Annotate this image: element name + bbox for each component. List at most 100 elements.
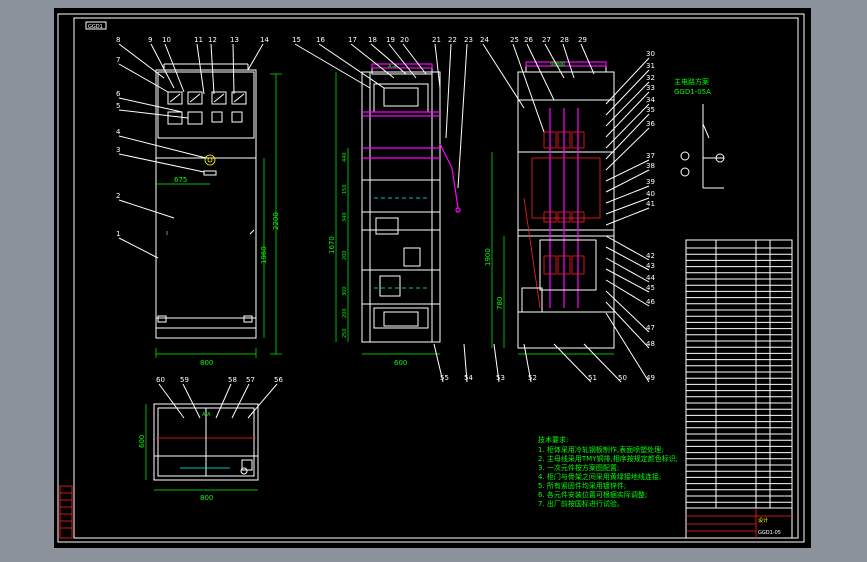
- side-height-dim-2: 150: [342, 184, 348, 194]
- balloon-24: 24: [480, 36, 489, 44]
- side-height-dim-5: 300: [342, 286, 348, 296]
- balloon-34: 34: [646, 96, 655, 104]
- leader-22: [445, 43, 452, 139]
- note-line-3: 3. 一次元件按方案图配置;: [538, 463, 619, 472]
- front-inner-dim: 1960: [260, 246, 268, 264]
- leader-14: [247, 43, 264, 71]
- leader-57: [231, 383, 250, 419]
- table-rows: [686, 247, 792, 503]
- balloon-17: 17: [348, 36, 357, 44]
- balloon-9: 9: [148, 36, 152, 44]
- balloon-57: 57: [246, 376, 255, 384]
- leader-44: [605, 257, 650, 283]
- front-height-dim: 2200: [272, 212, 280, 230]
- balloon-15: 15: [292, 36, 301, 44]
- back-view: 侧面图 1900 780: [484, 61, 615, 355]
- plan-label: A-A: [202, 412, 211, 418]
- leader-29: [580, 43, 595, 75]
- balloon-21: 21: [432, 36, 441, 44]
- balloon-20: 20: [400, 36, 409, 44]
- balloon-2: 2: [116, 192, 120, 200]
- leader-2: [118, 199, 175, 219]
- balloon-37: 37: [646, 152, 655, 160]
- balloon-36: 36: [646, 120, 655, 128]
- balloon-3: 3: [116, 146, 120, 154]
- leader-58: [215, 383, 232, 419]
- balloon-38: 38: [646, 162, 655, 170]
- leader-59: [182, 383, 201, 419]
- leader-7: [118, 63, 169, 93]
- balloon-28: 28: [560, 36, 569, 44]
- side-width-dim: 600: [394, 359, 407, 367]
- balloon-25: 25: [510, 36, 519, 44]
- balloon-7: 7: [116, 56, 120, 64]
- technical-notes: 技术要求: 1. 柜体采用冷轧钢板制作,表面喷塑处理; 2. 主母线采用TMY铜…: [538, 435, 678, 508]
- balloon-58: 58: [228, 376, 237, 384]
- balloon-18: 18: [368, 36, 377, 44]
- leader-33: [605, 91, 650, 138]
- leader-45: [605, 268, 650, 293]
- balloon-33: 33: [646, 84, 655, 92]
- leader-28: [562, 43, 575, 79]
- balloon-39: 39: [646, 178, 655, 186]
- drawing-number: GGD1-05: [758, 530, 781, 536]
- leader-20: [402, 43, 427, 75]
- leader-46: [605, 279, 650, 307]
- front-upper-dim: 675: [174, 176, 187, 184]
- balloon-6: 6: [116, 90, 121, 98]
- note-line-0: 技术要求:: [538, 435, 568, 444]
- leader-35: [605, 113, 650, 160]
- balloon-8: 8: [116, 36, 120, 44]
- balloon-29: 29: [578, 36, 587, 44]
- balloon-19: 19: [386, 36, 395, 44]
- balloon-12: 12: [208, 36, 217, 44]
- balloon-32: 32: [646, 74, 655, 82]
- balloon-5: 5: [116, 102, 120, 110]
- side-height-dim-4: 200: [342, 250, 348, 260]
- leader-12: [210, 43, 215, 95]
- side-height-dim-3: 340: [342, 212, 348, 222]
- balloon-59: 59: [180, 376, 189, 384]
- balloon-49: 49: [646, 374, 655, 382]
- leader-10: [164, 43, 185, 93]
- balloon-11: 11: [194, 36, 203, 44]
- balloon-16: 16: [316, 36, 325, 44]
- balloon-30: 30: [646, 50, 655, 58]
- side-height-dim-7: 250: [342, 328, 348, 338]
- balloon-26: 26: [524, 36, 533, 44]
- balloon-41: 41: [646, 200, 655, 208]
- plan-depth-dim: 600: [138, 435, 146, 448]
- leader-30: [605, 57, 650, 105]
- schematic-title: 主电路方案: [674, 77, 709, 86]
- leader-3: [118, 153, 205, 173]
- leader-42: [605, 235, 650, 261]
- leader-8: [118, 43, 165, 79]
- left-margin-stamp: [59, 485, 73, 539]
- front-view: ▯ 800 2200 1960 675: [155, 63, 282, 367]
- plan-width-dim: 800: [200, 494, 213, 502]
- leader-55: [433, 343, 444, 383]
- side-height-dim-1: 440: [342, 152, 348, 162]
- balloon-10: 10: [162, 36, 171, 44]
- note-line-2: 2. 主母线采用TMY铜排,相序按规定颜色标识;: [538, 454, 678, 463]
- note-line-1: 1. 柜体采用冷轧钢板制作,表面喷塑处理;: [538, 445, 664, 454]
- leader-48: [605, 301, 650, 349]
- cad-drawing-canvas[interactable]: GGD1 ▯ 800 2200 1960 675 A-A 600 1670 44…: [54, 8, 811, 548]
- leader-21: [434, 43, 441, 89]
- front-width-dim: 800: [200, 359, 213, 367]
- part-balloons: 8 9 10 11 12 13 14 15 16 17 18 19 20 21 22 23 24 25 26 27 28…: [116, 36, 655, 419]
- plan-view: A-A 800 600: [138, 403, 259, 502]
- inner-frame: [73, 17, 799, 539]
- leader-4: [118, 135, 207, 159]
- schematic-code: GGD1-05A: [674, 88, 711, 96]
- balloon-4: 4: [116, 128, 121, 136]
- side-height-dim-6: 200: [342, 308, 348, 318]
- back-lower-dim: 780: [496, 297, 504, 310]
- stamp-text: 设计: [758, 517, 768, 524]
- leader-32: [605, 81, 650, 127]
- balloon-60: 60: [156, 376, 165, 384]
- leader-34: [605, 103, 650, 149]
- note-line-7: 7. 出厂前按国标进行试验。: [538, 499, 624, 508]
- balloon-1: 1: [116, 230, 120, 238]
- balloon-31: 31: [646, 62, 655, 70]
